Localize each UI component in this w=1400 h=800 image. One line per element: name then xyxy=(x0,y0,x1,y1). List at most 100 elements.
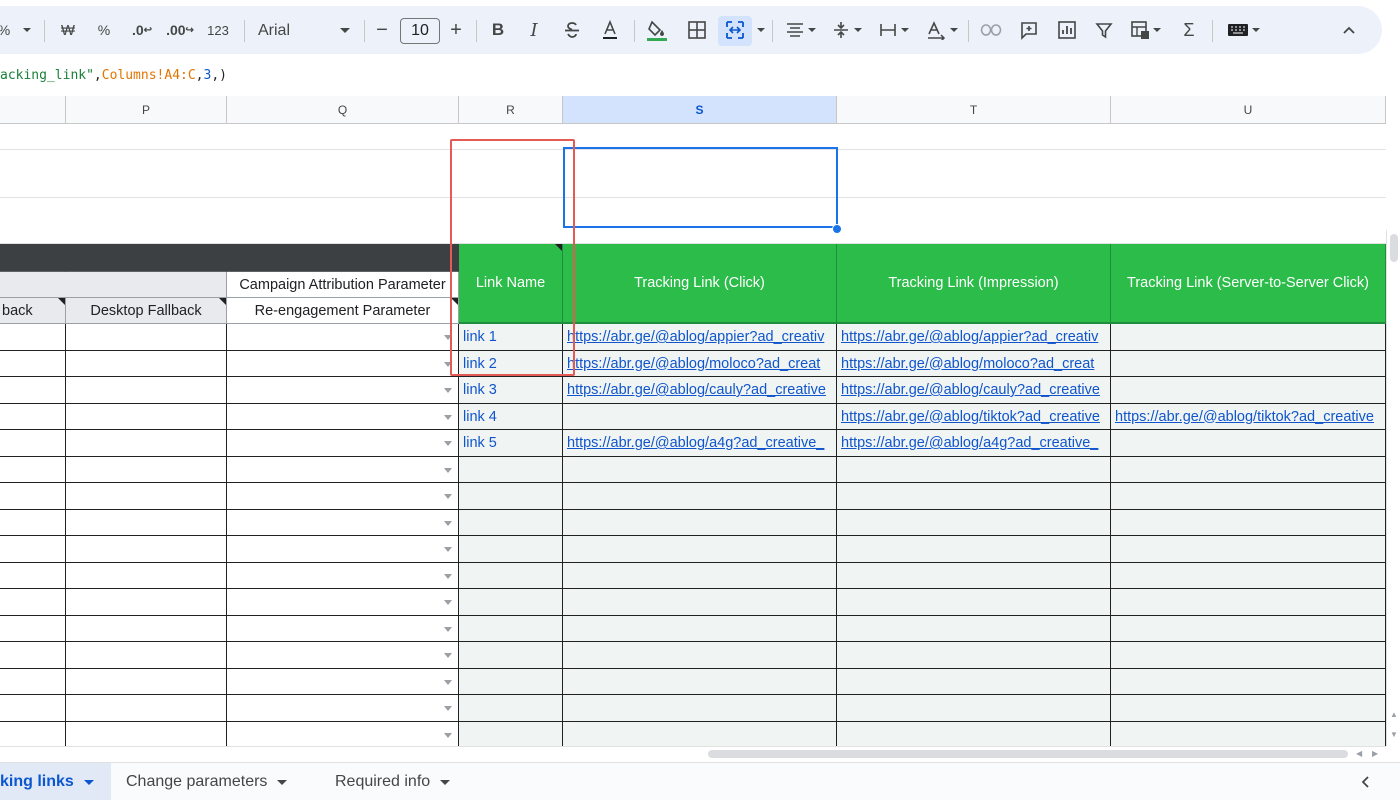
o-cell[interactable] xyxy=(0,695,66,722)
p-cell[interactable] xyxy=(66,377,227,404)
vertical-align-icon[interactable] xyxy=(826,6,866,54)
link-name-cell[interactable]: link 2 xyxy=(459,350,563,377)
link-name-cell[interactable]: link 4 xyxy=(459,403,563,430)
p-cell[interactable] xyxy=(66,536,227,563)
tracking-click-cell[interactable] xyxy=(563,509,837,536)
tracking-click-cell[interactable]: https://abr.ge/@ablog/cauly?ad_creative xyxy=(563,377,837,404)
strikethrough-icon[interactable] xyxy=(558,6,586,54)
empty-row[interactable] xyxy=(0,150,1386,198)
o-cell[interactable] xyxy=(0,721,66,746)
tracking-link-click-header[interactable]: Tracking Link (Click) xyxy=(563,244,837,324)
tracking-s2s-cell-text[interactable] xyxy=(1111,351,1385,356)
decrease-decimal-button[interactable]: .0 ↩ xyxy=(128,6,156,54)
tracking-click-cell[interactable]: https://abr.ge/@ablog/a4g?ad_creative_ xyxy=(563,430,837,457)
tracking-s2s-cell[interactable]: https://abr.ge/@ablog/tiktok?ad_creative xyxy=(1111,403,1386,430)
tracking-impression-cell[interactable] xyxy=(837,536,1111,563)
q-cell[interactable] xyxy=(227,456,459,483)
dropdown-arrow-icon[interactable] xyxy=(444,388,452,393)
tracking-click-cell[interactable] xyxy=(563,721,837,746)
tracking-impression-cell[interactable]: https://abr.ge/@ablog/cauly?ad_creative xyxy=(837,377,1111,404)
tracking-click-cell[interactable] xyxy=(563,456,837,483)
desktop-fallback-header[interactable]: Desktop Fallback xyxy=(66,298,227,324)
formula-bar[interactable]: acking_link",Columns!A4:C,3,) xyxy=(0,68,227,88)
scroll-down-arrow-icon[interactable]: ▼ xyxy=(1390,730,1398,739)
empty-row[interactable] xyxy=(0,124,1386,150)
p-cell[interactable] xyxy=(66,324,227,351)
tracking-impression-cell[interactable] xyxy=(837,456,1111,483)
tracking-s2s-cell[interactable] xyxy=(1111,642,1386,669)
q-cell[interactable] xyxy=(227,403,459,430)
chevron-down-icon[interactable] xyxy=(277,779,288,785)
tracking-click-cell-text[interactable]: https://abr.ge/@ablog/cauly?ad_creative xyxy=(563,377,836,398)
fill-color-icon[interactable] xyxy=(642,6,672,54)
scroll-right-arrow-icon[interactable]: ▶ xyxy=(1372,749,1378,758)
link-name-cell[interactable] xyxy=(459,668,563,695)
filter-icon[interactable] xyxy=(1090,6,1118,54)
tab-change-parameters[interactable]: Change parameters xyxy=(126,763,316,800)
horizontal-align-icon[interactable] xyxy=(780,6,820,54)
tracking-s2s-cell-text[interactable]: https://abr.ge/@ablog/tiktok?ad_creative xyxy=(1111,404,1385,425)
o-cell[interactable] xyxy=(0,509,66,536)
p-cell[interactable] xyxy=(66,615,227,642)
vertical-scrollbar[interactable]: ▲ ▼ xyxy=(1386,230,1400,746)
tracking-click-cell[interactable] xyxy=(563,536,837,563)
tracking-s2s-cell-text[interactable] xyxy=(1111,430,1385,435)
text-color-icon[interactable] xyxy=(596,6,624,54)
o-cell[interactable] xyxy=(0,456,66,483)
decrease-font-size-button[interactable]: − xyxy=(370,6,394,54)
borders-icon[interactable] xyxy=(682,6,712,54)
insert-chart-icon[interactable] xyxy=(1052,6,1082,54)
q-cell[interactable] xyxy=(227,350,459,377)
q-cell[interactable] xyxy=(227,536,459,563)
tracking-click-cell[interactable] xyxy=(563,562,837,589)
re-engagement-header[interactable]: Re-engagement Parameter xyxy=(227,298,459,324)
dropdown-arrow-icon[interactable] xyxy=(444,732,452,738)
link-name-header[interactable]: Link Name xyxy=(459,244,563,324)
p-cell[interactable] xyxy=(66,668,227,695)
link-name-cell[interactable] xyxy=(459,721,563,746)
dropdown-arrow-icon[interactable] xyxy=(444,467,452,473)
link-name-cell[interactable]: link 1 xyxy=(459,324,563,351)
link-name-cell[interactable] xyxy=(459,483,563,510)
q-cell[interactable] xyxy=(227,668,459,695)
tracking-click-cell[interactable]: https://abr.ge/@ablog/appier?ad_creativ xyxy=(563,324,837,351)
dropdown-arrow-icon[interactable] xyxy=(444,520,452,526)
group-header[interactable] xyxy=(0,272,227,298)
text-rotation-icon[interactable] xyxy=(920,6,962,54)
fill-handle[interactable] xyxy=(832,224,842,234)
o-cell[interactable] xyxy=(0,536,66,563)
p-cell[interactable] xyxy=(66,350,227,377)
tracking-impression-cell[interactable] xyxy=(837,642,1111,669)
tracking-s2s-cell[interactable] xyxy=(1111,350,1386,377)
tracking-click-cell-text[interactable]: https://abr.ge/@ablog/moloco?ad_creat xyxy=(563,351,836,372)
tab-tracking-links[interactable]: king links xyxy=(0,763,111,800)
increase-decimal-button[interactable]: .00 ↪ xyxy=(164,6,196,54)
input-tools-keyboard-icon[interactable] xyxy=(1220,6,1266,54)
italic-button[interactable]: I xyxy=(522,6,546,54)
q-cell[interactable] xyxy=(227,562,459,589)
tracking-impression-cell[interactable] xyxy=(837,615,1111,642)
vertical-scroll-thumb[interactable] xyxy=(1390,234,1398,262)
chevron-down-icon[interactable] xyxy=(83,779,94,785)
o-cell[interactable] xyxy=(0,350,66,377)
dropdown-arrow-icon[interactable] xyxy=(444,547,452,552)
tracking-impression-cell[interactable]: https://abr.ge/@ablog/a4g?ad_creative_ xyxy=(837,430,1111,457)
q-cell[interactable] xyxy=(227,324,459,351)
q-cell[interactable] xyxy=(227,377,459,404)
currency-won-icon[interactable]: ₩ xyxy=(56,6,80,54)
column-header-s[interactable]: S xyxy=(563,96,837,124)
p-cell[interactable] xyxy=(66,483,227,510)
dropdown-arrow-icon[interactable] xyxy=(444,335,452,340)
p-cell[interactable] xyxy=(66,589,227,616)
p-cell[interactable] xyxy=(66,456,227,483)
functions-sum-icon[interactable]: Σ xyxy=(1176,6,1202,54)
p-cell[interactable] xyxy=(66,403,227,430)
bold-button[interactable]: B xyxy=(486,6,510,54)
tracking-s2s-cell[interactable] xyxy=(1111,562,1386,589)
text-wrapping-icon[interactable] xyxy=(872,6,914,54)
tracking-link-s2s-header[interactable]: Tracking Link (Server-to-Server Click) xyxy=(1111,244,1386,324)
tracking-link-impression-header[interactable]: Tracking Link (Impression) xyxy=(837,244,1111,324)
p-cell[interactable] xyxy=(66,721,227,746)
dropdown-arrow-icon[interactable] xyxy=(444,573,452,579)
dropdown-arrow-icon[interactable] xyxy=(444,653,452,658)
